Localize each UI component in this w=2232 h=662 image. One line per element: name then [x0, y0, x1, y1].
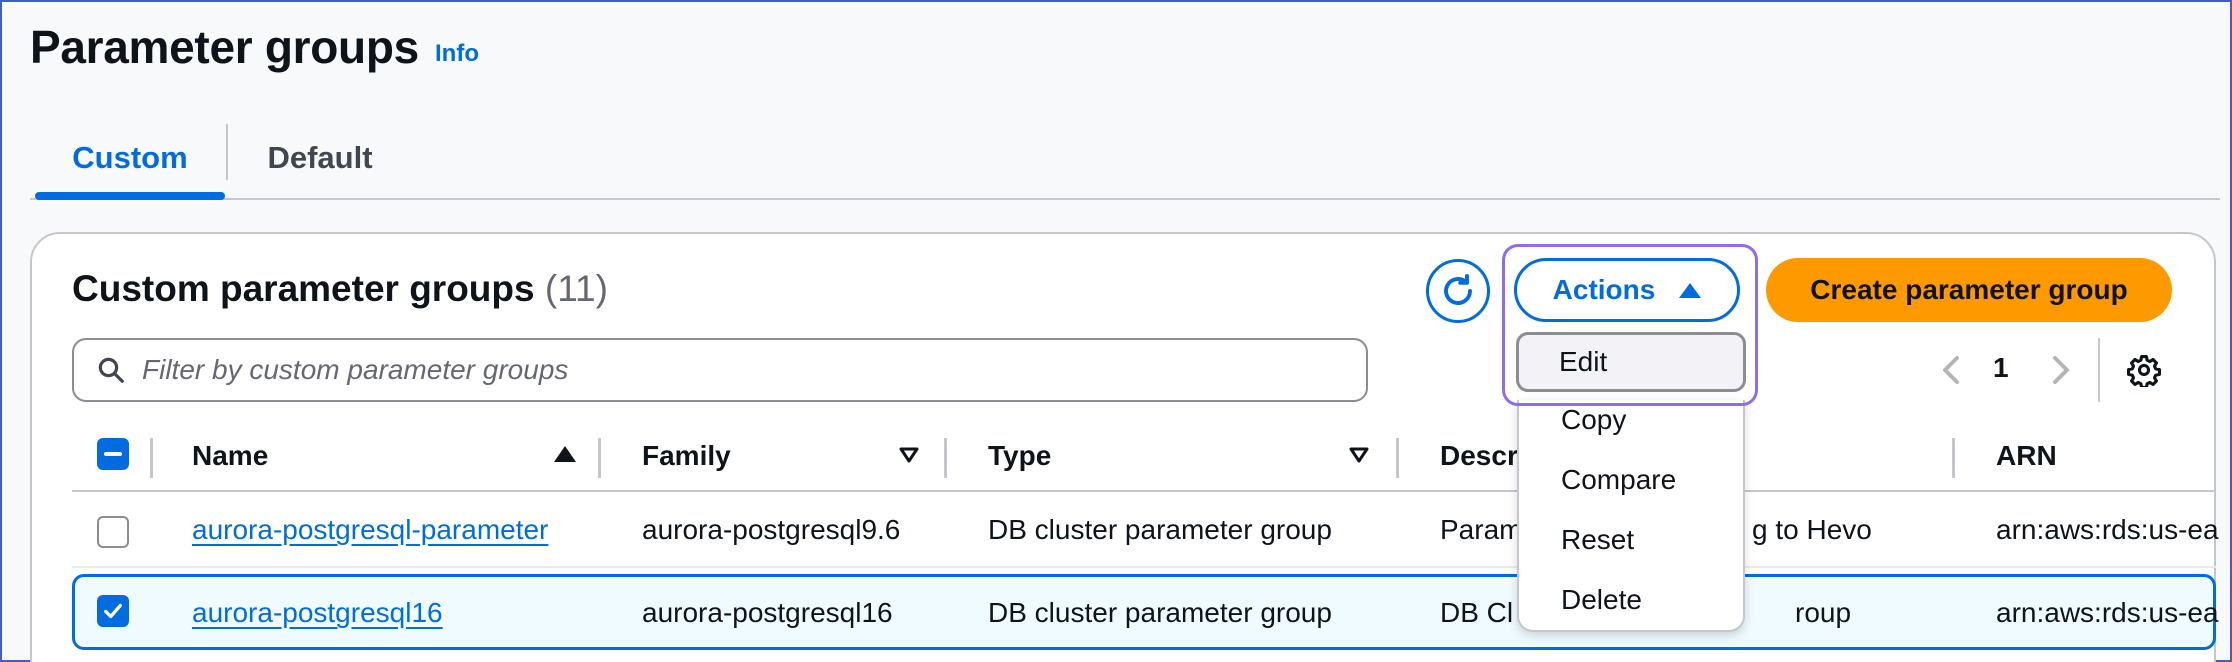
menu-item-compare[interactable]: Compare: [1561, 464, 1676, 496]
actions-dropdown-menu: Copy Compare Reset Delete: [1517, 400, 1745, 632]
chevron-left-icon: [1943, 356, 1959, 384]
type-cell: DB cluster parameter group: [988, 597, 1332, 628]
parameter-group-name-link[interactable]: aurora-postgresql16: [192, 597, 443, 629]
description-cell: Param: [1440, 514, 1523, 545]
search-box: [72, 338, 1368, 402]
table-settings-button[interactable]: [2124, 350, 2164, 390]
sort-ascending-icon[interactable]: [554, 446, 576, 462]
page-title: Parameter groups: [30, 21, 419, 73]
current-page-number[interactable]: 1: [1993, 352, 2009, 384]
chevron-right-icon: [2053, 356, 2069, 384]
refresh-icon: [1444, 274, 1472, 305]
gear-icon: [2127, 354, 2161, 387]
column-divider[interactable]: [598, 438, 601, 478]
search-icon: [98, 357, 124, 383]
create-parameter-group-button[interactable]: Create parameter group: [1766, 258, 2172, 322]
column-header-family[interactable]: Family: [642, 440, 731, 472]
table-row-selected[interactable]: aurora-postgresql16 aurora-postgresql16 …: [72, 574, 2219, 650]
tab-divider: [226, 124, 228, 180]
panel-title-text: Custom parameter groups: [72, 268, 535, 309]
arn-cell: arn:aws:rds:us-ea: [1996, 597, 2219, 628]
menu-item-copy[interactable]: Copy: [1561, 404, 1626, 436]
panel-count: (11): [544, 268, 608, 309]
column-header-type[interactable]: Type: [988, 440, 1051, 472]
column-divider[interactable]: [944, 438, 947, 478]
next-page-button[interactable]: [2046, 350, 2076, 390]
description-cell: DB Cl: [1440, 597, 1514, 628]
table-header: Name Family Type Descr ARN: [72, 426, 2216, 492]
previous-page-button[interactable]: [1936, 350, 1966, 390]
type-cell: DB cluster parameter group: [988, 514, 1332, 545]
refresh-button[interactable]: [1426, 259, 1490, 323]
checkmark-icon: [104, 603, 122, 619]
parameter-group-name-link[interactable]: aurora-postgresql-parameter: [192, 514, 548, 546]
table-row[interactable]: aurora-postgresql-parameter aurora-postg…: [72, 496, 2219, 568]
arn-cell: arn:aws:rds:us-ea: [1996, 514, 2219, 545]
info-link[interactable]: Info: [435, 40, 479, 68]
tab-bar: Custom Default: [30, 118, 2220, 200]
search-input[interactable]: [142, 354, 1242, 386]
description-cell-tail: g to Hevo: [1752, 514, 1872, 545]
menu-item-delete[interactable]: Delete: [1561, 584, 1642, 616]
family-cell: aurora-postgresql16: [642, 597, 893, 628]
column-header-arn[interactable]: ARN: [1996, 440, 2057, 472]
row-checkbox[interactable]: [97, 516, 129, 548]
select-all-checkbox[interactable]: [97, 438, 129, 470]
sort-descending-icon[interactable]: [898, 446, 920, 464]
menu-item-reset[interactable]: Reset: [1561, 524, 1634, 556]
column-divider[interactable]: [1396, 438, 1399, 478]
description-cell-tail: roup: [1795, 597, 1852, 628]
tab-default[interactable]: Default: [230, 118, 410, 198]
sort-descending-icon[interactable]: [1348, 446, 1370, 464]
column-divider[interactable]: [1952, 438, 1955, 478]
family-cell: aurora-postgresql9.6: [642, 514, 901, 545]
focus-highlight: [1502, 244, 1758, 406]
column-header-description[interactable]: Descr: [1440, 440, 1518, 472]
column-header-name[interactable]: Name: [192, 440, 268, 472]
panel-title: Custom parameter groups (11): [72, 268, 608, 310]
pager-divider: [2098, 338, 2100, 402]
tab-custom[interactable]: Custom: [35, 118, 225, 200]
column-divider: [150, 438, 153, 478]
row-checkbox-checked[interactable]: [97, 595, 129, 627]
